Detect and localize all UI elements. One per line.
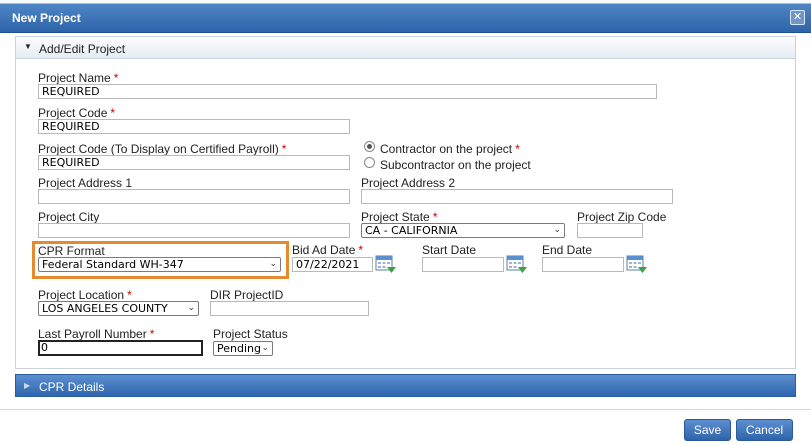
cpr-format-label: CPR Format [38,244,105,258]
project-location-label: Project Location * [38,288,132,302]
end-date-label: End Date [542,243,593,257]
contractor-radio[interactable] [364,141,375,152]
dialog-title-bar: New Project ✕ [0,0,811,33]
start-date-label: Start Date [422,243,477,257]
project-name-label: Project Name * [38,71,119,85]
start-date-input[interactable] [422,257,504,272]
project-city-input[interactable] [38,223,350,238]
chevron-down-icon: ⌄ [187,303,195,313]
dialog-title: New Project [12,11,81,25]
chevron-down-icon: ⌄ [553,225,561,235]
section-header-add-edit-project[interactable]: ▼ Add/Edit Project [15,36,796,59]
section-title: CPR Details [39,380,105,394]
close-button[interactable]: ✕ [790,10,805,25]
section-header-cpr-details[interactable]: ▶ CPR Details [15,374,796,397]
project-state-select[interactable]: CA - CALIFORNIA ⌄ [361,223,565,238]
save-button[interactable]: Save [684,419,731,441]
project-address-1-input[interactable] [38,189,350,204]
project-address-2-input[interactable] [361,189,673,204]
project-status-label: Project Status [213,327,288,341]
project-address-2-label: Project Address 2 [361,176,456,190]
cancel-button[interactable]: Cancel [736,419,793,441]
dir-project-id-input[interactable] [210,301,369,316]
dir-project-id-label: DIR ProjectID [210,288,284,302]
last-payroll-number-input[interactable]: 0 [38,340,203,356]
project-zip-label: Project Zip Code [577,210,667,224]
project-address-1-label: Project Address 1 [38,176,133,190]
project-zip-input[interactable] [577,223,643,238]
close-icon: ✕ [792,11,803,23]
contractor-radio-label: Contractor on the project * [380,142,520,156]
project-code-display-input[interactable]: REQUIRED [38,155,350,170]
project-location-select[interactable]: LOS ANGELES COUNTY ⌄ [38,301,199,316]
calendar-icon[interactable] [375,255,397,274]
cpr-format-select[interactable]: Federal Standard WH-347 ⌄ [38,257,281,272]
chevron-down-icon: ⌄ [261,343,269,353]
project-status-select[interactable]: Pending ⌄ [213,341,273,356]
footer-divider [0,409,811,410]
calendar-icon[interactable] [626,255,648,274]
project-city-label: Project City [38,210,100,224]
project-state-label: Project State * [361,210,438,224]
bid-ad-date-label: Bid Ad Date * [292,243,364,257]
end-date-input[interactable] [542,257,624,272]
bid-ad-date-input[interactable]: 07/22/2021 [292,257,373,272]
chevron-down-icon: ⌄ [269,259,277,269]
caret-right-icon: ▶ [24,381,31,390]
subcontractor-radio-label: Subcontractor on the project [380,158,531,172]
project-code-display-label: Project Code (To Display on Certified Pa… [38,142,287,156]
calendar-icon[interactable] [506,255,528,274]
subcontractor-radio[interactable] [364,157,375,168]
last-payroll-number-label: Last Payroll Number * [38,327,155,341]
project-name-input[interactable]: REQUIRED [38,84,657,99]
caret-down-icon: ▼ [24,42,32,51]
section-title: Add/Edit Project [39,42,126,56]
project-code-label: Project Code * [38,106,116,120]
project-code-input[interactable]: REQUIRED [38,119,350,134]
